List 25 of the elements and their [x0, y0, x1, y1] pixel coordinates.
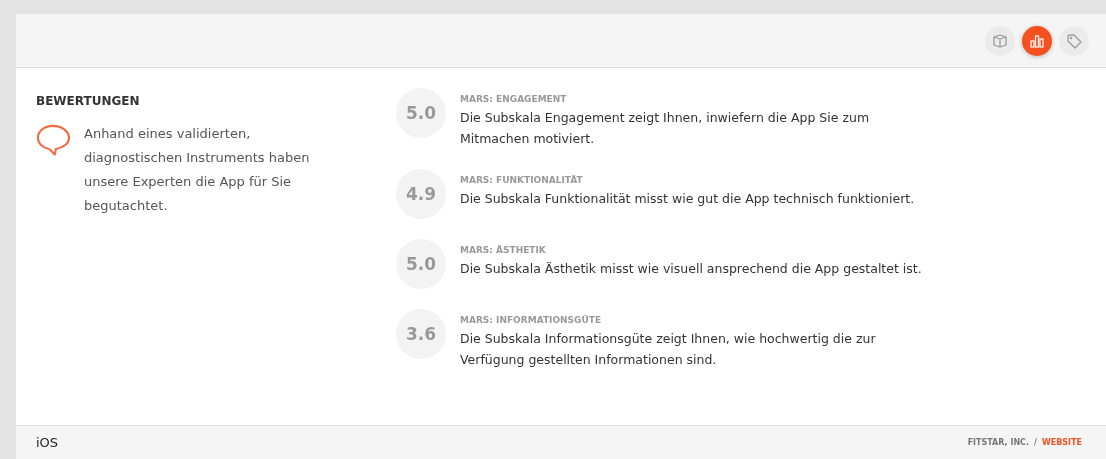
tag-icon: [1066, 32, 1082, 49]
section-title: BEWERTUNGEN: [36, 94, 141, 108]
rating-description: Die Subskala Engagement zeigt Ihnen, inwiefern die App Sie zum Mitmachen motiviert.: [460, 109, 871, 148]
score-badge: 5.0: [396, 239, 446, 289]
rating-description: Die Subskala Funktionalität misst wie gut die App technisch funktioniert.: [460, 190, 916, 208]
score-badge: 3.6: [396, 309, 446, 359]
score-badge: 5.0: [396, 88, 446, 138]
bar-chart-icon: [1029, 32, 1045, 49]
separator: /: [1034, 438, 1037, 447]
view-tab[interactable]: [1022, 25, 1052, 56]
platform-label: iOS: [36, 435, 59, 450]
view-tab[interactable]: [985, 25, 1015, 56]
rating-label: MARS: ÄSTHETIK: [460, 245, 547, 255]
rating-label: MARS: INFORMATIONSGÜTE: [460, 315, 603, 325]
cube-icon: [992, 32, 1008, 49]
rating-description: Die Subskala Informationsgüte zeigt Ihnen, wie hochwertig die zur Verfügung gestellten Informationen sind.: [460, 330, 877, 369]
view-tab[interactable]: [1059, 25, 1089, 56]
developer-name: FITSTAR, INC.: [967, 438, 1030, 447]
rating-label: MARS: FUNKTIONALITÄT: [460, 175, 584, 185]
rating-description: Die Subskala Ästhetik misst wie visuell ansprechend die App gestaltet ist.: [460, 260, 923, 278]
speech-bubble-icon: [36, 124, 70, 156]
score-badge: 4.9: [396, 169, 446, 219]
rating-label: MARS: ENGAGEMENT: [460, 94, 568, 104]
website-link[interactable]: WEBSITE: [1041, 438, 1082, 447]
intro-text: Anhand eines validierten, diagnostischen Instruments haben unsere Experten die App für Sie begutachtet.: [84, 125, 311, 215]
